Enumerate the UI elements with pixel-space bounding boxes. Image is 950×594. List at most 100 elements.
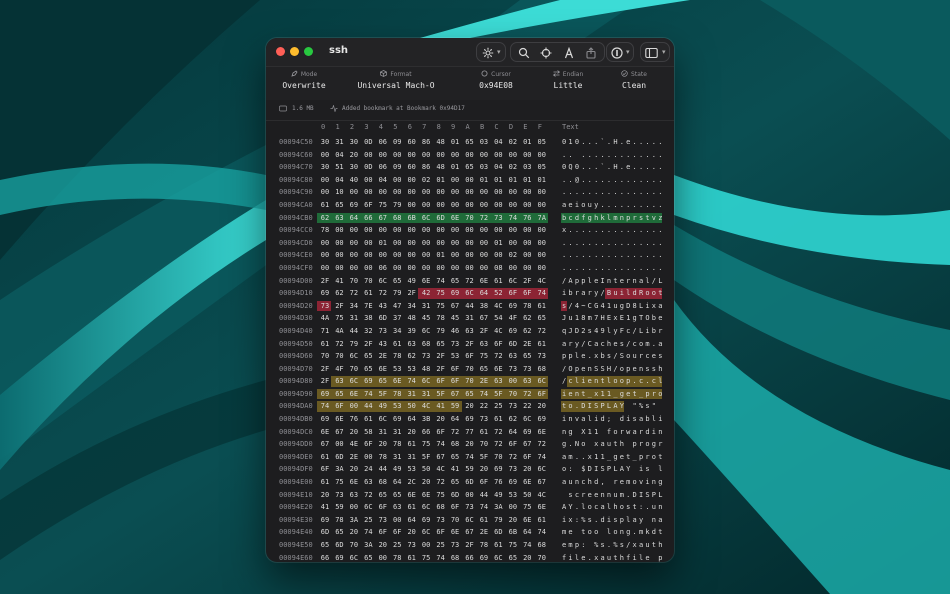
hex-byte[interactable]: 6E bbox=[520, 476, 534, 489]
hex-byte[interactable]: 6C bbox=[520, 413, 534, 426]
hex-byte[interactable]: 75 bbox=[332, 476, 346, 489]
ascii-text[interactable]: ibrary/BuildRoot bbox=[562, 287, 665, 300]
hex-byte[interactable]: 20 bbox=[405, 426, 419, 439]
hex-byte[interactable]: 61 bbox=[477, 514, 491, 527]
hex-byte[interactable]: 00 bbox=[506, 262, 520, 275]
hex-byte[interactable]: 78 bbox=[477, 539, 491, 552]
hex-byte[interactable]: 6F bbox=[361, 199, 375, 212]
hex-byte[interactable]: 00 bbox=[520, 262, 534, 275]
hex-byte[interactable]: 68 bbox=[434, 501, 448, 514]
hex-byte[interactable]: 01 bbox=[448, 161, 462, 174]
hex-byte[interactable]: 00 bbox=[376, 186, 390, 199]
hex-byte[interactable]: 66 bbox=[419, 426, 433, 439]
hex-byte[interactable]: 00 bbox=[520, 199, 534, 212]
hex-byte[interactable]: 53 bbox=[448, 350, 462, 363]
ascii-text[interactable]: ................ bbox=[562, 186, 665, 199]
hex-byte[interactable]: 2F bbox=[318, 363, 332, 376]
hex-byte[interactable]: 31 bbox=[405, 451, 419, 464]
hex-byte[interactable]: 6C bbox=[463, 287, 477, 300]
ascii-text[interactable]: aeiouy.......... bbox=[562, 199, 665, 212]
stat-mode[interactable]: Mode Overwrite bbox=[266, 70, 344, 92]
hex-byte[interactable]: 03 bbox=[477, 136, 491, 149]
hex-byte[interactable]: 74 bbox=[434, 275, 448, 288]
hex-byte[interactable]: 25 bbox=[361, 514, 375, 527]
hex-byte[interactable]: 43 bbox=[376, 338, 390, 351]
hex-byte[interactable]: 4C bbox=[491, 325, 505, 338]
hex-row[interactable]: 00094E00 61 75 6E 63 68 64 2C 20 72 65 6D 6F 76 69 6E 67… bbox=[266, 476, 674, 489]
hex-byte[interactable]: 6D bbox=[332, 539, 346, 552]
hex-byte[interactable]: 73 bbox=[419, 350, 433, 363]
hex-byte[interactable]: 2F bbox=[477, 325, 491, 338]
hex-byte[interactable]: 00 bbox=[347, 501, 361, 514]
hex-byte[interactable]: 65 bbox=[434, 338, 448, 351]
hex-byte[interactable]: 6E bbox=[491, 363, 505, 376]
hex-byte[interactable]: 59 bbox=[332, 501, 346, 514]
hex-byte[interactable]: 65 bbox=[361, 552, 375, 562]
hex-byte[interactable]: 72 bbox=[477, 212, 491, 225]
hex-byte[interactable]: 61 bbox=[535, 514, 549, 527]
hex-byte[interactable]: 49 bbox=[405, 275, 419, 288]
hex-byte[interactable]: 38 bbox=[477, 300, 491, 313]
hex-byte[interactable]: 00 bbox=[434, 237, 448, 250]
hex-byte[interactable]: 49 bbox=[491, 489, 505, 502]
hex-byte[interactable]: 45 bbox=[448, 312, 462, 325]
hex-byte[interactable]: 65 bbox=[318, 539, 332, 552]
hex-byte[interactable]: 00 bbox=[390, 514, 404, 527]
hex-byte[interactable]: 61 bbox=[491, 275, 505, 288]
hex-byte[interactable]: 51 bbox=[332, 161, 346, 174]
hex-byte[interactable]: 65 bbox=[520, 350, 534, 363]
hex-byte[interactable]: 48 bbox=[419, 363, 433, 376]
hex-byte[interactable]: 47 bbox=[390, 300, 404, 313]
hex-byte[interactable]: 48 bbox=[434, 161, 448, 174]
hex-byte[interactable]: 32 bbox=[361, 325, 375, 338]
hex-byte[interactable]: 34 bbox=[390, 325, 404, 338]
hex-byte[interactable]: 78 bbox=[390, 438, 404, 451]
hex-byte[interactable]: 6C bbox=[463, 514, 477, 527]
hex-byte[interactable]: 68 bbox=[535, 363, 549, 376]
hex-byte[interactable]: 69 bbox=[318, 388, 332, 401]
hex-byte[interactable]: 61 bbox=[318, 451, 332, 464]
hex-byte[interactable]: 72 bbox=[491, 350, 505, 363]
hex-byte[interactable]: 70 bbox=[448, 514, 462, 527]
hex-row[interactable]: 00094C60 00 04 20 00 00 00 00 00 00 00 00 00 00 00 00 00… bbox=[266, 149, 674, 162]
hex-byte[interactable]: 72 bbox=[535, 438, 549, 451]
hex-byte[interactable]: 69 bbox=[390, 413, 404, 426]
hex-byte[interactable]: 3A bbox=[491, 501, 505, 514]
hex-byte[interactable]: 2E bbox=[520, 338, 534, 351]
hex-byte[interactable]: 72 bbox=[347, 287, 361, 300]
hex-byte[interactable]: 00 bbox=[405, 149, 419, 162]
hex-byte[interactable]: 00 bbox=[477, 199, 491, 212]
hex-byte[interactable]: 00 bbox=[390, 262, 404, 275]
ascii-text[interactable]: pple.xbs/Sources bbox=[562, 350, 665, 363]
hex-byte[interactable]: 60 bbox=[405, 161, 419, 174]
hex-byte[interactable]: 61 bbox=[361, 287, 375, 300]
hex-byte[interactable]: 70 bbox=[463, 363, 477, 376]
hex-byte[interactable]: 00 bbox=[361, 174, 375, 187]
hex-byte[interactable]: 61 bbox=[491, 539, 505, 552]
hex-byte[interactable]: 00 bbox=[390, 224, 404, 237]
hex-byte[interactable]: 69 bbox=[332, 552, 346, 562]
hex-byte[interactable]: 63 bbox=[463, 325, 477, 338]
hex-byte[interactable]: 01 bbox=[477, 174, 491, 187]
hex-byte[interactable]: 20 bbox=[318, 489, 332, 502]
hex-byte[interactable]: 74 bbox=[520, 539, 534, 552]
hex-byte[interactable]: 00 bbox=[477, 186, 491, 199]
hex-byte[interactable]: 37 bbox=[390, 312, 404, 325]
hex-byte[interactable]: 73 bbox=[332, 489, 346, 502]
hex-byte[interactable]: 73 bbox=[506, 363, 520, 376]
hex-byte[interactable]: 67 bbox=[376, 212, 390, 225]
hex-byte[interactable]: 04 bbox=[376, 174, 390, 187]
hex-byte[interactable]: 61 bbox=[318, 338, 332, 351]
hex-byte[interactable]: 4C bbox=[419, 400, 433, 413]
hex-row[interactable]: 00094CA0 61 65 69 6F 75 79 00 00 00 00 00 00 00 00 00 00… bbox=[266, 199, 674, 212]
hex-byte[interactable]: 6B bbox=[405, 212, 419, 225]
hex-byte[interactable]: 6F bbox=[390, 526, 404, 539]
hex-byte[interactable]: 01 bbox=[506, 174, 520, 187]
hex-byte[interactable]: 6F bbox=[434, 526, 448, 539]
hex-byte[interactable]: 69 bbox=[318, 514, 332, 527]
hex-byte[interactable]: 01 bbox=[520, 136, 534, 149]
hex-byte[interactable]: 6F bbox=[448, 501, 462, 514]
hex-byte[interactable]: 48 bbox=[434, 136, 448, 149]
hex-byte[interactable]: 65 bbox=[448, 476, 462, 489]
hex-byte[interactable]: 72 bbox=[448, 426, 462, 439]
